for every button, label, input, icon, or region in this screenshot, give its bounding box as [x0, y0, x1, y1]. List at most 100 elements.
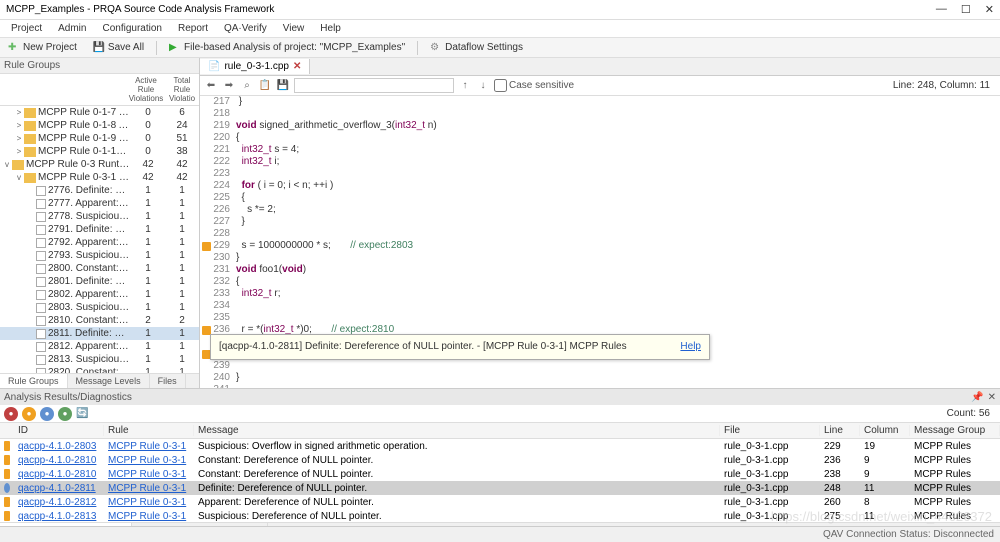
id-link[interactable]: qacpp-4.1.0-2810 [18, 469, 96, 480]
menu-configuration[interactable]: Configuration [95, 21, 168, 36]
tree-row[interactable]: > MCPP Rule 0-1-7 The v... 0 6 [0, 106, 199, 119]
filter-error-button[interactable]: ● [4, 407, 18, 421]
refresh-icon[interactable]: 🔄 [76, 408, 88, 419]
forward-button[interactable]: ➡ [222, 79, 236, 93]
tree-row[interactable]: 2813. Suspicious: D... 1 1 [0, 353, 199, 366]
results-row[interactable]: qacpp-4.1.0-2803 MCPP Rule 0-3-1 Suspici… [0, 439, 1000, 453]
editor-tab[interactable]: 📄 rule_0-3-1.cpp ✕ [200, 59, 310, 74]
id-link[interactable]: qacpp-4.1.0-2810 [18, 455, 96, 466]
dataflow-settings-button[interactable]: ⚙ Dataflow Settings [426, 40, 527, 56]
col-header[interactable]: ID [14, 425, 104, 436]
tree-row[interactable]: v MCPP Rule 0-3-1 Mini... 42 42 [0, 171, 199, 184]
file-icon [36, 277, 46, 287]
menu-project[interactable]: Project [4, 21, 49, 36]
rule-link[interactable]: MCPP Rule 0-3-1 [108, 469, 186, 480]
file-icon [36, 316, 46, 326]
col-header[interactable]: File [720, 425, 820, 436]
results-row[interactable]: qacpp-4.1.0-2810 MCPP Rule 0-3-1 Constan… [0, 453, 1000, 467]
tree-row[interactable]: 2792. Apparent: D... 1 1 [0, 236, 199, 249]
menu-view[interactable]: View [276, 21, 312, 36]
tree-row[interactable]: 2803. Suspicious: ... 1 1 [0, 301, 199, 314]
tree-row[interactable]: 2802. Apparent: Ov... 1 1 [0, 288, 199, 301]
tree-row[interactable]: 2793. Suspicious: R... 1 1 [0, 249, 199, 262]
tree-row[interactable]: 2777. Apparent: Co... 1 1 [0, 197, 199, 210]
rule-link[interactable]: MCPP Rule 0-3-1 [108, 511, 186, 522]
close-icon[interactable]: ✕ [988, 392, 996, 403]
code-line: 231 void foo1(void) [200, 264, 1000, 276]
menu-report[interactable]: Report [171, 21, 215, 36]
back-button[interactable]: ⬅ [204, 79, 218, 93]
tree-row[interactable]: 2800. Constant: Ov... 1 1 [0, 262, 199, 275]
new-project-button[interactable]: ✚ New Project [4, 40, 81, 56]
tree-row[interactable]: 2812. Apparent: De... 1 1 [0, 340, 199, 353]
file-icon [36, 238, 46, 248]
id-link[interactable]: qacpp-4.1.0-2803 [18, 441, 96, 452]
folder-icon [24, 147, 36, 157]
case-sensitive-checkbox[interactable]: Case sensitive [494, 79, 574, 92]
file-icon [36, 212, 46, 222]
code-line: 224 for ( i = 0; i < n; ++i ) [200, 180, 1000, 192]
folder-icon [24, 108, 36, 118]
tree-row[interactable]: 2811. Definite: Der... 1 1 [0, 327, 199, 340]
tree-row[interactable]: 2801. Definite: Ove... 1 1 [0, 275, 199, 288]
col-header[interactable]: Message Group [910, 425, 1000, 436]
minimize-button[interactable]: — [936, 3, 947, 16]
next-match-button[interactable]: ↓ [476, 79, 490, 93]
col-header[interactable]: Column [860, 425, 910, 436]
tooltip-help-link[interactable]: Help [680, 341, 701, 353]
code-area[interactable]: 217 } 218 219 void signed_arithmetic_ove… [200, 96, 1000, 388]
tree-row[interactable]: > MCPP Rule 0-1-9 There... 0 51 [0, 132, 199, 145]
close-tab-icon[interactable]: ✕ [293, 61, 301, 72]
rule-groups-panel: Rule Groups Active Rule Violations Total… [0, 58, 200, 388]
menu-qa·verify[interactable]: QA·Verify [217, 21, 274, 36]
tree-row[interactable]: > MCPP Rule 0-1-8 All fu... 0 24 [0, 119, 199, 132]
filter-warning-button[interactable]: ● [22, 407, 36, 421]
results-row[interactable]: qacpp-4.1.0-2811 MCPP Rule 0-3-1 Definit… [0, 481, 1000, 495]
folder-icon [12, 160, 24, 170]
tree-row[interactable]: 2776. Definite: Cop... 1 1 [0, 184, 199, 197]
close-button[interactable]: ✕ [985, 3, 994, 16]
results-row[interactable]: qacpp-4.1.0-2810 MCPP Rule 0-3-1 Constan… [0, 467, 1000, 481]
id-link[interactable]: qacpp-4.1.0-2811 [18, 483, 96, 494]
save-icon[interactable]: 💾 [276, 79, 290, 93]
folder-icon [24, 134, 36, 144]
rule-link[interactable]: MCPP Rule 0-3-1 [108, 455, 186, 466]
tree-row[interactable]: v MCPP Rule 0-3 Runtime Fe... 42 42 [0, 158, 199, 171]
tree-row[interactable]: > MCPP Rule 0-1-10 Ever... 0 38 [0, 145, 199, 158]
filter-info-button[interactable]: ● [40, 407, 54, 421]
tree-row[interactable]: 2791. Definite: Rig... 1 1 [0, 223, 199, 236]
tree-body[interactable]: > MCPP Rule 0-1-7 The v... 0 6 > MCPP Ru… [0, 106, 199, 373]
tree-row[interactable]: 2810. Constant: De... 2 2 [0, 314, 199, 327]
prev-match-button[interactable]: ↑ [458, 79, 472, 93]
search-icon[interactable]: ⌕ [240, 79, 254, 93]
search-input[interactable] [294, 78, 454, 93]
play-icon: ▶ [169, 42, 181, 54]
maximize-button[interactable]: ☐ [961, 3, 971, 16]
menu-help[interactable]: Help [313, 21, 348, 36]
results-row[interactable]: qacpp-4.1.0-2812 MCPP Rule 0-3-1 Apparen… [0, 495, 1000, 509]
save-all-button[interactable]: 💾 Save All [89, 40, 148, 56]
toolbar: ✚ New Project 💾 Save All ▶ File-based An… [0, 38, 1000, 58]
id-link[interactable]: qacpp-4.1.0-2813 [18, 511, 96, 522]
info-icon [4, 483, 10, 493]
col-header[interactable]: Rule [104, 425, 194, 436]
results-row[interactable]: qacpp-4.1.0-2813 MCPP Rule 0-3-1 Suspici… [0, 509, 1000, 522]
panel-tab[interactable]: Message Levels [68, 374, 150, 388]
rule-link[interactable]: MCPP Rule 0-3-1 [108, 441, 186, 452]
file-analysis-button[interactable]: ▶ File-based Analysis of project: "MCPP_… [165, 40, 409, 56]
rule-link[interactable]: MCPP Rule 0-3-1 [108, 483, 186, 494]
panel-tab[interactable]: Rule Groups [0, 374, 68, 388]
rule-link[interactable]: MCPP Rule 0-3-1 [108, 497, 186, 508]
code-line: 217 } [200, 96, 1000, 108]
warning-icon[interactable] [202, 242, 211, 251]
tree-row[interactable]: 2820. Constant: Ari... 1 1 [0, 366, 199, 373]
filter-other-button[interactable]: ● [58, 407, 72, 421]
tree-row[interactable]: 2778. Suspicious: C... 1 1 [0, 210, 199, 223]
menu-admin[interactable]: Admin [51, 21, 93, 36]
id-link[interactable]: qacpp-4.1.0-2812 [18, 497, 96, 508]
col-header[interactable]: Line [820, 425, 860, 436]
pin-icon[interactable]: 📌 [971, 392, 983, 403]
col-header[interactable]: Message [194, 425, 720, 436]
copy-icon[interactable]: 📋 [258, 79, 272, 93]
panel-tab[interactable]: Files [150, 374, 186, 388]
